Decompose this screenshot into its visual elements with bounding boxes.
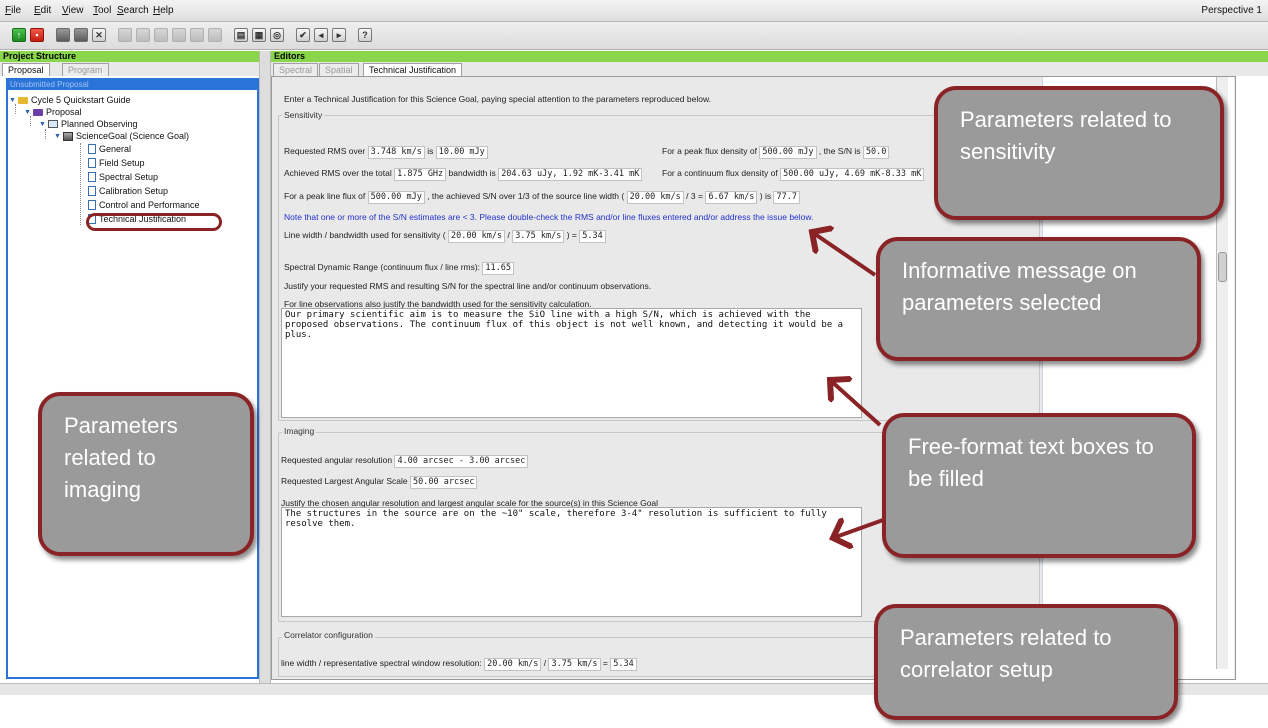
callout-imaging: Parameters related to imaging — [38, 392, 254, 556]
arrow-freeformat-lower — [833, 520, 884, 538]
callout-correlator: Parameters related to correlator setup — [874, 604, 1178, 720]
arrow-freeformat-upper — [830, 380, 882, 427]
callout-sensitivity: Parameters related to sensitivity — [934, 86, 1224, 220]
arrow-informative — [812, 232, 877, 277]
callout-informative: Informative message on parameters select… — [876, 237, 1201, 361]
callout-freeformat: Free-format text boxes to be filled — [882, 413, 1196, 558]
